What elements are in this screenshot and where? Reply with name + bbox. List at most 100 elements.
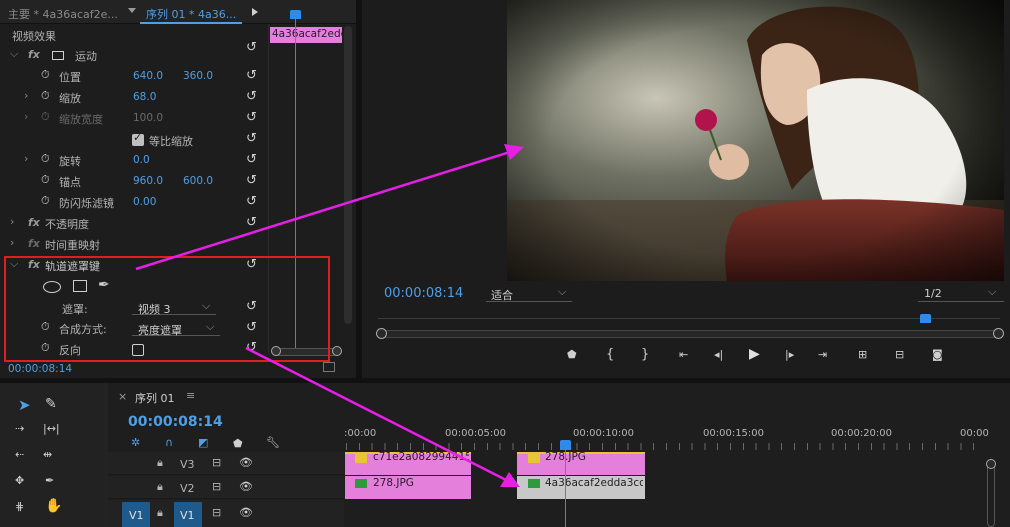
tab-sequence[interactable]: 序列 01 * 4a36... <box>146 6 236 22</box>
play-icon[interactable]: ▶ <box>749 346 760 362</box>
export-frame-icon[interactable] <box>323 362 335 372</box>
lock-icon[interactable]: 🔒︎ <box>157 480 163 494</box>
lock-icon[interactable]: 🔒︎ <box>157 506 163 520</box>
ripple-edit-icon[interactable]: |↔| <box>43 422 60 435</box>
timeline-playhead-line <box>565 450 566 527</box>
fx-badge <box>355 454 367 463</box>
reset-icon[interactable]: ↺ <box>246 40 257 55</box>
section-video-effects: 视频效果 <box>12 30 56 43</box>
timeline-vertical-scrollbar[interactable] <box>987 462 995 527</box>
timeline-timecode[interactable]: 00:00:08:14 <box>128 414 223 430</box>
tab-master[interactable]: 主要 * 4a36acaf2e... <box>8 6 118 22</box>
stopwatch-icon[interactable]: ⏱ <box>41 194 50 208</box>
export-frame-camera-icon[interactable]: ◙ <box>932 348 943 361</box>
reset-icon[interactable]: ↺ <box>246 215 257 230</box>
monitor-timeline-ruler[interactable] <box>378 318 1000 326</box>
clip-label: 278.JPG <box>373 477 414 489</box>
step-back-icon[interactable]: ◂| <box>714 348 723 361</box>
close-icon[interactable]: × <box>118 390 127 403</box>
effect-controls-timecode[interactable]: 00:00:08:14 <box>8 363 72 375</box>
hand-tool-icon[interactable]: ✋ <box>45 498 62 514</box>
reset-icon[interactable]: ↺ <box>246 89 257 104</box>
antiflicker-value[interactable]: 0.00 <box>133 196 156 208</box>
position-y-value[interactable]: 360.0 <box>183 70 213 82</box>
ruler-label: 00:00:10:00 <box>573 428 635 439</box>
collapse-chevron-icon[interactable]: ⌵ <box>10 47 18 61</box>
reset-icon[interactable]: ↺ <box>246 68 257 83</box>
eye-icon[interactable]: 👁︎ <box>239 456 253 469</box>
reset-icon[interactable]: ↺ <box>246 173 257 188</box>
monitor-scrollbar[interactable] <box>378 330 1000 338</box>
rotation-value[interactable]: 0.0 <box>133 154 150 166</box>
monitor-scroll-handle-right[interactable] <box>993 328 1004 339</box>
anchor-x-value[interactable]: 960.0 <box>133 175 163 187</box>
vertical-scrollbar[interactable] <box>344 26 352 324</box>
timeline-scroll-handle[interactable] <box>986 459 996 469</box>
lift-icon[interactable]: ⊞ <box>858 348 867 361</box>
reset-icon[interactable]: ↺ <box>246 152 257 167</box>
fx-badge <box>528 454 540 463</box>
marker-icon[interactable]: ⬟ <box>233 437 243 450</box>
expand-chevron-icon[interactable]: › <box>10 236 14 249</box>
fx-icon[interactable]: fx <box>28 216 40 229</box>
uniform-scale-label: 等比缩放 <box>149 135 193 148</box>
slip-tool-icon[interactable]: ⋕ <box>15 500 24 513</box>
linked-selection-icon[interactable]: ◩ <box>198 436 208 449</box>
go-to-out-icon[interactable]: ⇥ <box>818 348 827 361</box>
go-to-in-icon[interactable]: ⇤ <box>679 348 688 361</box>
mark-in-icon[interactable]: { <box>606 347 614 362</box>
wrench-icon[interactable]: 🔧︎ <box>266 436 280 449</box>
reset-icon[interactable]: ↺ <box>246 194 257 209</box>
stopwatch-icon[interactable]: ⏱ <box>41 152 50 166</box>
stopwatch-icon: ⏱ <box>41 110 50 123</box>
eye-icon[interactable]: 👁︎ <box>239 480 253 493</box>
step-forward-icon[interactable]: |▸ <box>785 348 794 361</box>
expand-chevron-icon[interactable]: › <box>10 215 14 228</box>
anchor-y-value[interactable]: 600.0 <box>183 175 213 187</box>
expand-chevron-icon[interactable]: › <box>24 89 28 102</box>
timeline-playhead-head[interactable] <box>560 440 571 450</box>
add-marker-icon[interactable]: ⬟ <box>567 348 577 361</box>
scale-width-label: 缩放宽度 <box>59 113 103 126</box>
position-x-value[interactable]: 640.0 <box>133 70 163 82</box>
selection-tool-icon[interactable]: ➤ <box>18 396 31 414</box>
rolling-edit-icon[interactable]: ⇠ <box>15 448 24 461</box>
sequence-tab[interactable]: 序列 01 <box>135 390 175 406</box>
scale-width-value: 100.0 <box>133 112 164 124</box>
stopwatch-icon[interactable]: ⏱ <box>41 173 50 187</box>
fx-icon[interactable]: fx <box>28 48 40 61</box>
scale-value[interactable]: 68.0 <box>133 91 156 103</box>
tab-dropdown-icon[interactable] <box>128 8 136 13</box>
lock-icon[interactable]: 🔒︎ <box>157 456 163 470</box>
extract-icon[interactable]: ⊟ <box>895 348 904 361</box>
sync-lock-icon[interactable]: ⊟ <box>212 456 221 469</box>
sync-lock-icon[interactable]: ⊟ <box>212 506 221 519</box>
track-select-tool-icon[interactable]: ✎ <box>45 396 57 412</box>
ruler-label: 00:00:15:00 <box>703 428 765 439</box>
mini-playhead-head[interactable] <box>290 10 301 19</box>
stopwatch-icon[interactable]: ⏱ <box>41 68 50 82</box>
pen-tool-icon[interactable]: ✒ <box>45 474 54 487</box>
monitor-scroll-handle-left[interactable] <box>376 328 387 339</box>
antiflicker-label: 防闪烁滤镜 <box>59 197 114 210</box>
program-timecode[interactable]: 00:00:08:14 <box>384 286 463 301</box>
transform-handles-icon[interactable] <box>52 51 64 60</box>
expand-chevron-icon[interactable]: › <box>24 152 28 165</box>
track-select-forward-icon[interactable]: ⇢ <box>15 422 24 435</box>
razor-icon[interactable]: ✥ <box>15 474 24 487</box>
snap-icon[interactable]: ✲ <box>131 436 140 449</box>
reset-icon[interactable]: ↺ <box>246 110 257 125</box>
reset-icon[interactable]: ↺ <box>246 131 257 146</box>
play-only-icon[interactable] <box>252 8 258 16</box>
monitor-playhead[interactable] <box>920 314 931 323</box>
rate-stretch-icon[interactable]: ⇹ <box>43 448 52 461</box>
source-patch-label: V1 <box>129 509 144 522</box>
tab-sequence-underline <box>140 22 242 24</box>
menu-icon[interactable]: ≡ <box>186 389 195 402</box>
eye-icon[interactable]: 👁︎ <box>239 506 253 519</box>
zoom-handle-right[interactable] <box>332 346 342 356</box>
stopwatch-icon[interactable]: ⏱ <box>41 89 50 103</box>
magnet-icon[interactable]: ∩ <box>165 436 173 449</box>
mark-out-icon[interactable]: } <box>641 347 649 362</box>
sync-lock-icon[interactable]: ⊟ <box>212 480 221 493</box>
